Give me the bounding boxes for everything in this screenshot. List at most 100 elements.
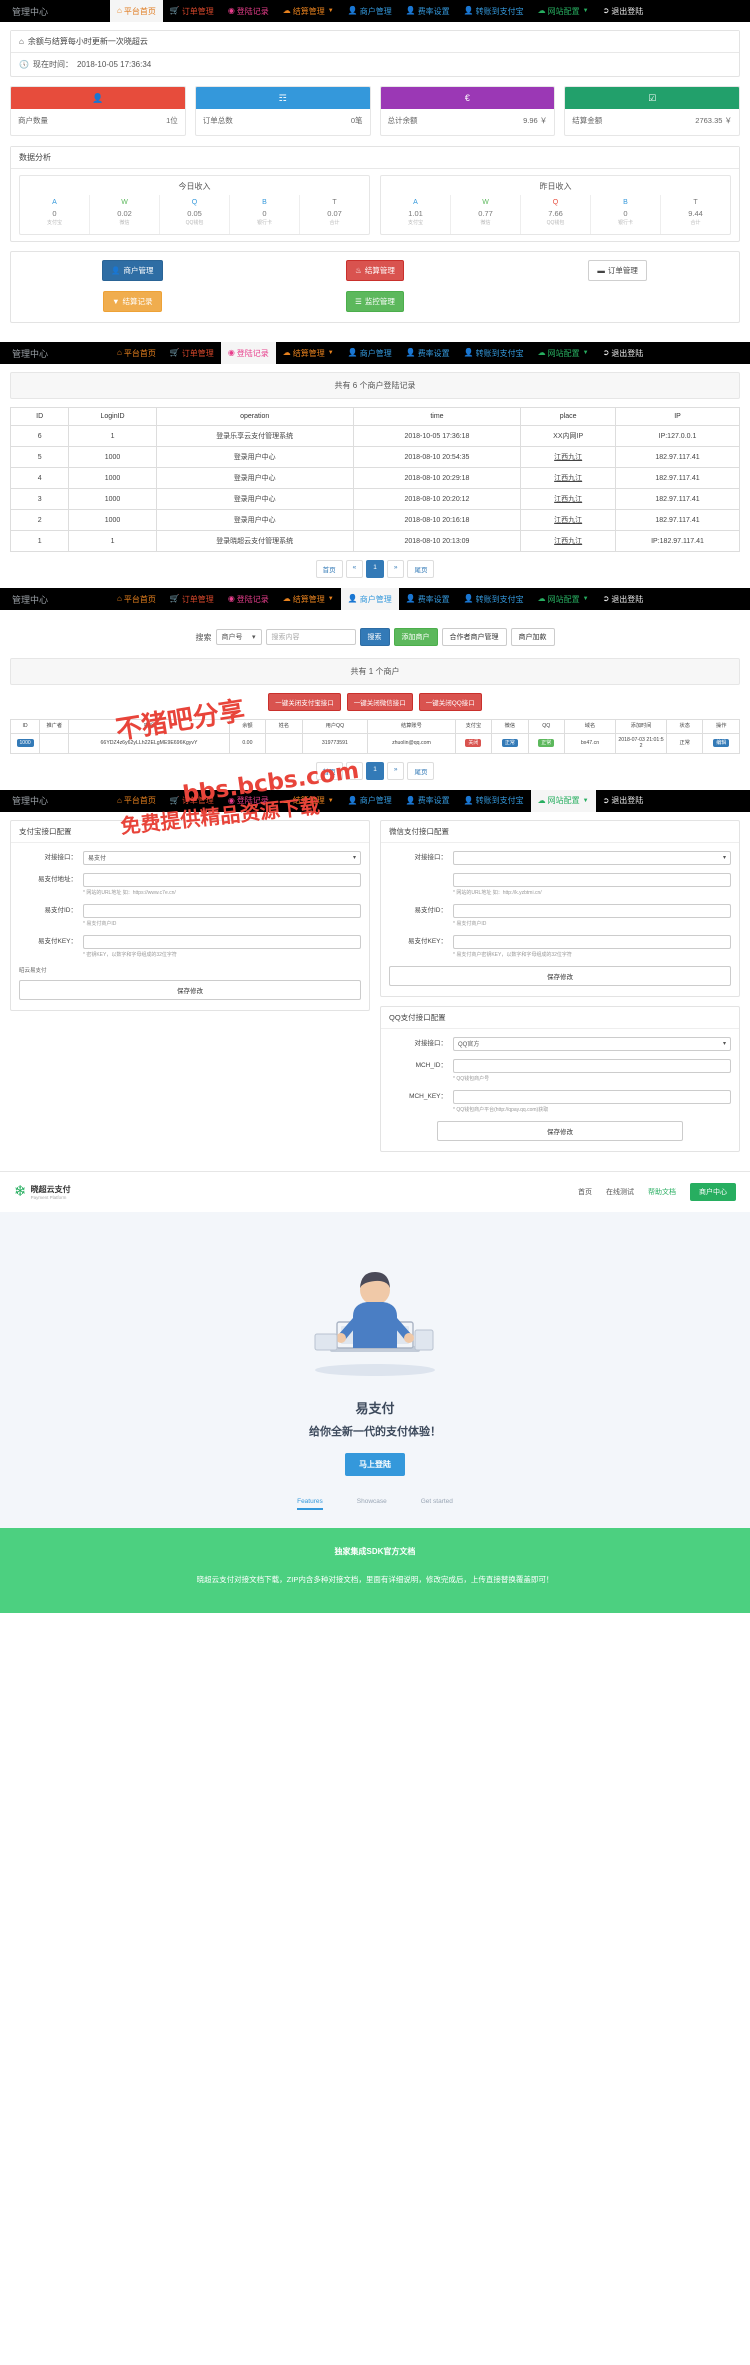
nav-item-merchant-management[interactable]: 👤 商户管理 — [341, 0, 399, 22]
chevron-down-icon: ▼ — [582, 596, 589, 602]
nav-item-merchant-management[interactable]: 👤 商户管理 — [340, 588, 399, 610]
qq-mchkey-input[interactable] — [453, 1089, 731, 1104]
nav-item-transfer-to-alipay[interactable]: 👤 转账到支付宝 — [457, 790, 531, 812]
qq-config-body: 对接接口： QQ官方 ▾ MCH_ID： * QQ钱包商户号 MCH_KEY： … — [381, 1029, 739, 1151]
nav-label: 商户管理 — [359, 348, 392, 358]
home-icon: ⌂ — [117, 795, 122, 805]
tile-footer: 商户数量 1位 — [11, 109, 185, 135]
nav-item-logout[interactable]: ➲ 退出登陆 — [596, 588, 651, 610]
nav-item-login-records[interactable]: ◉ 登陆记录 — [221, 790, 276, 812]
pager-prev[interactable]: « — [345, 761, 364, 780]
disable-all-qq-button[interactable]: 一键关闭QQ接口 — [418, 693, 482, 711]
nav-item-order-management[interactable]: 🛒 订单管理 — [163, 0, 221, 22]
wechat-key-input[interactable] — [453, 934, 731, 949]
quick-order-management-button[interactable]: ▬ 订单管理 — [588, 260, 647, 281]
quick-merchant-management-button[interactable]: 👤 商户管理 — [102, 260, 163, 281]
cell-id: 6 — [9, 425, 70, 447]
nav-item-platform-home[interactable]: ⌂ 平台首页 — [110, 342, 163, 364]
alipay-url-input[interactable] — [83, 872, 361, 887]
select-value: QQ官方 — [458, 1042, 480, 1048]
site-nav-home[interactable]: 首页 — [578, 1187, 592, 1197]
pager-first[interactable]: 首页 — [315, 761, 343, 780]
search-input[interactable]: 搜索内容 — [265, 629, 356, 645]
merchant-topup-button[interactable]: 商户加款 — [510, 628, 555, 646]
nav-item-transfer-to-alipay[interactable]: 👤 转账到支付宝 — [457, 0, 531, 22]
tab-get-started[interactable]: Get started — [421, 1498, 453, 1510]
cell-place: 江西九江 — [520, 467, 617, 489]
pager-page-1[interactable]: 1 — [366, 761, 384, 780]
tab-features[interactable]: Features — [297, 1498, 323, 1510]
pager-next[interactable]: » — [386, 560, 405, 578]
nav-item-settlement-management[interactable]: ☁ 结算管理 ▼ — [276, 790, 341, 812]
pager-last[interactable]: 尾页 — [407, 560, 435, 578]
nav-item-site-config[interactable]: ☁ 网站配置 ▼ — [530, 789, 596, 812]
nav-item-platform-home[interactable]: ⌂ 平台首页 — [110, 790, 163, 812]
pager-prev[interactable]: « — [345, 560, 364, 578]
search-type-select[interactable]: 商户号 ▾ — [215, 629, 262, 645]
nav-item-order-management[interactable]: 🛒 订单管理 — [163, 790, 221, 812]
tab-showcase[interactable]: Showcase — [357, 1498, 387, 1510]
nav-item-rate-settings[interactable]: 👤 费率设置 — [399, 790, 457, 812]
nav-item-login-records[interactable]: ◉ 登陆记录 — [221, 0, 276, 22]
wechat-save-button[interactable]: 保存修改 — [389, 965, 731, 986]
wechat-interface-select[interactable]: ▾ — [453, 850, 731, 865]
pager-next[interactable]: » — [386, 761, 405, 780]
partner-merchant-management-button[interactable]: 合作者商户管理 — [441, 628, 507, 646]
disable-all-alipay-button[interactable]: 一键关闭支付宝接口 — [268, 693, 341, 711]
nav-item-site-config[interactable]: ☁ 网站配置 ▼ — [531, 342, 596, 364]
disable-all-wechat-button[interactable]: 一键关闭微信接口 — [346, 693, 413, 711]
alipay-interface-select[interactable]: 易支付 ▾ — [83, 850, 361, 865]
nav-item-logout[interactable]: ➲ 退出登陆 — [596, 342, 651, 364]
nav-item-merchant-management[interactable]: 👤 商户管理 — [341, 790, 399, 812]
quick-settlement-management-button[interactable]: ♨ 结算管理 — [346, 260, 404, 281]
nav-item-transfer-to-alipay[interactable]: 👤 转账到支付宝 — [457, 342, 531, 364]
site-merchant-center-button[interactable]: 商户中心 — [690, 1182, 736, 1201]
edit-merchant-button[interactable]: 编辑 — [713, 738, 730, 747]
nav-item-rate-settings[interactable]: 👤 费率设置 — [399, 0, 457, 22]
qq-mchid-input[interactable] — [453, 1058, 731, 1073]
quick-monitor-management-button[interactable]: ☰ 监控管理 — [346, 291, 404, 312]
nav-item-logout[interactable]: ➲ 退出登陆 — [596, 790, 651, 812]
nav-item-site-config[interactable]: ☁ 网站配置 ▼ — [531, 0, 596, 22]
wechat-url-input[interactable] — [453, 872, 731, 887]
nav-item-login-records[interactable]: ◉ 登陆记录 — [220, 342, 276, 364]
nav-item-login-records[interactable]: ◉ 登陆记录 — [221, 588, 276, 610]
nav-item-settlement-management[interactable]: ☁ 结算管理 ▼ — [276, 588, 341, 610]
search-button[interactable]: 搜索 — [359, 628, 390, 646]
tile-footer: 结算金额 2763.35 ￥ — [565, 109, 739, 135]
nav-item-rate-settings[interactable]: 👤 费率设置 — [399, 342, 457, 364]
nav-item-order-management[interactable]: 🛒 订单管理 — [163, 342, 221, 364]
nav-item-settlement-management[interactable]: ☁ 结算管理 ▼ — [276, 342, 341, 364]
nav-item-transfer-to-alipay[interactable]: 👤 转账到支付宝 — [457, 588, 531, 610]
site-nav-docs[interactable]: 帮助文档 — [648, 1187, 676, 1197]
nav-item-rate-settings[interactable]: 👤 费率设置 — [399, 588, 457, 610]
column-header-name: 姓名 — [265, 719, 303, 734]
nav-item-merchant-management[interactable]: 👤 商户管理 — [341, 342, 399, 364]
alipay-footer-link[interactable]: 昭云易支付 — [19, 966, 361, 974]
nav-item-platform-home[interactable]: ⌂ 平台首页 — [110, 0, 163, 22]
nav-item-settlement-management[interactable]: ☁ 结算管理 ▼ — [276, 0, 341, 22]
cell-time: 2018-10-05 17:36:18 — [352, 425, 522, 447]
wechat-merchant-id-input[interactable] — [453, 903, 731, 918]
alipay-key-input[interactable] — [83, 934, 361, 949]
nav-item-site-config[interactable]: ☁ 网站配置 ▼ — [531, 588, 596, 610]
pager-page-1[interactable]: 1 — [366, 560, 384, 578]
site-nav-online-test[interactable]: 在线测试 — [606, 1187, 634, 1197]
cell-status: 正常 — [666, 732, 704, 754]
pager-last[interactable]: 尾页 — [407, 761, 435, 780]
nav-item-order-management[interactable]: 🛒 订单管理 — [163, 588, 221, 610]
pager-first[interactable]: 首页 — [315, 560, 343, 578]
user-icon: 👤 — [405, 6, 416, 15]
income-card-title: 今日收入 — [178, 182, 211, 191]
alipay-save-button[interactable]: 保存修改 — [19, 979, 361, 1000]
income-value: 0.05 — [187, 209, 202, 218]
nav-item-logout[interactable]: ➲ 退出登陆 — [596, 0, 651, 22]
qq-interface-select[interactable]: QQ官方 ▾ — [453, 1036, 731, 1051]
alipay-merchant-id-input[interactable] — [83, 903, 361, 918]
nav-item-platform-home[interactable]: ⌂ 平台首页 — [110, 588, 163, 610]
add-merchant-button[interactable]: 添加商户 — [393, 628, 438, 646]
qq-save-button[interactable]: 保存修改 — [436, 1120, 684, 1141]
cell-key: 66YDZ4z6y62yLLh22ELgME9E696KgyvY — [68, 732, 230, 754]
quick-settlement-records-button[interactable]: ▼ 结算记录 — [103, 291, 162, 312]
hero-login-button[interactable]: 马上登陆 — [345, 1452, 405, 1476]
